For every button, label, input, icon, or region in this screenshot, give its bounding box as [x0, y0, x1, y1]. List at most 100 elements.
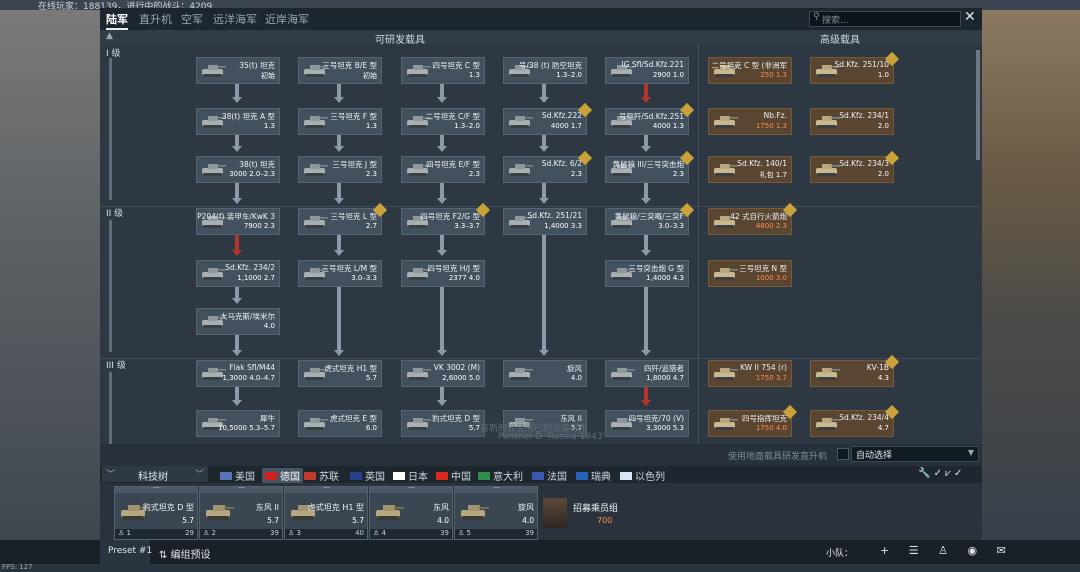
slot-number: ♙ 3 [288, 529, 301, 537]
heli-research-checkbox[interactable] [837, 448, 849, 460]
list-icon[interactable]: ☰ [909, 544, 927, 557]
vehicle-name: IG Sfl/Sd.Kfz.221 [621, 60, 684, 69]
slot-vehicle-name: 东风 II [255, 503, 279, 512]
vehicle-card[interactable]: Sd.Kfz. 251/10 1.0 [810, 51, 900, 84]
vehicle-card[interactable]: 三号坦克 J 型 2.3 [298, 156, 382, 183]
tab-helicopters[interactable]: 直升机 [139, 11, 172, 27]
crew-slot[interactable]: — 虎式坦克 H1 型 5.7 ♙ 3 40 [284, 483, 368, 540]
vehicle-card[interactable]: Sd.Kfz. 251/21 1,4000 3.3 [503, 208, 587, 235]
vehicle-card[interactable]: 38(t) 坦克 3000 2.0–2.3 [196, 156, 280, 183]
tab-ground[interactable]: 陆军 [106, 11, 128, 27]
vehicle-card[interactable]: KV-1B 4.3 [810, 354, 900, 387]
vehicle-card[interactable]: IG Sfl/Sd.Kfz.221 2900 1.0 [605, 57, 689, 84]
friends-icon[interactable]: ♙ [938, 544, 956, 557]
vehicle-card[interactable]: 35(t) 坦克 初始 [196, 57, 280, 84]
rank-2-label[interactable]: II 级 [106, 206, 123, 219]
vehicle-name: 豹式坦克 D 型 [431, 414, 480, 423]
vehicle-card[interactable]: 号驱歼/Sd.Kfz.251 4000 1.3 [605, 102, 695, 135]
vehicle-card[interactable]: Sd.Kfz. 234/2 1,1000 2.7 [196, 260, 280, 287]
collapse-icon[interactable]: ▲ [106, 31, 113, 41]
vehicle-card[interactable]: 四号坦克 H/J 型 2377 4.0 [401, 260, 485, 287]
tab-bluewater-fleet[interactable]: 远洋海军 [213, 11, 257, 27]
vehicle-card[interactable]: Sd.Kfz.222 4000 1.7 [503, 102, 593, 135]
nation-tab[interactable]: 英国 [350, 468, 385, 483]
chat-icon[interactable]: ◉ [967, 544, 985, 557]
scrollbar[interactable] [976, 50, 980, 160]
vehicle-card[interactable]: Nb.Fz. 1750 1.3 [708, 108, 792, 135]
recruit-crew-button[interactable]: 招募乘员组 700 [543, 498, 625, 528]
vehicle-name: 四歼/追猎者 [643, 364, 684, 373]
nation-tab[interactable]: 中国 [436, 468, 471, 483]
vehicle-card[interactable]: 38(t) 坦克 A 型 1.3 [196, 108, 280, 135]
vehicle-card[interactable]: 四歼/追猎者 1,8000 4.7 [605, 360, 689, 387]
mail-icon[interactable]: ✉ [997, 544, 1014, 557]
vehicle-card[interactable]: 三号突击炮 G 型 1,4000 4.3 [605, 260, 689, 287]
tank-thumbnail [461, 505, 489, 520]
crew-slot[interactable]: — 东风 II 5.7 ♙ 2 39 [199, 483, 283, 540]
nation-tab[interactable]: 美国 [220, 468, 255, 483]
add-icon[interactable]: + [880, 544, 897, 557]
crew-slot[interactable]: — 旋风 4.0 ♙ 5 39 [454, 483, 538, 540]
vehicle-card[interactable]: Sd.Kfz. 234/1 2.0 [810, 108, 894, 135]
check-icon[interactable]: ✓ [934, 468, 942, 479]
vehicle-card[interactable]: KW II 754 (r) 1750 3.7 [708, 360, 792, 387]
vehicle-card[interactable]: 三号坦克 F 型 1.3 [298, 108, 382, 135]
search-input[interactable]: ⚲ 搜索... [809, 11, 961, 27]
vehicle-card[interactable]: P204(f) 装甲车/KwK 3 7900 2.3 [196, 208, 280, 235]
vehicle-card[interactable]: VK 3002 (M) 2,6000 5.0 [401, 360, 485, 387]
vehicle-card[interactable]: 号/38 (t) 防空坦克 1.3–2.0 [503, 57, 587, 84]
vehicle-card[interactable]: 虎式坦克 E 型 6.0 [298, 410, 382, 437]
vehicle-card[interactable]: 四号坦克 E/F 型 2.3 [401, 156, 485, 183]
check-all-icon[interactable]: ✓ [954, 468, 962, 479]
vehicle-card[interactable]: Sd.Kfz. 6/2 2.3 [503, 150, 593, 183]
vehicle-card[interactable]: 42 式自行火箭炮 4800 2.3 [708, 202, 798, 235]
vehicle-br: 4800 2.3 [755, 222, 787, 230]
vehicle-card[interactable]: 四号坦克 F2/G 型 3.3–3.7 [401, 202, 491, 235]
vehicle-card[interactable]: 四号指挥坦克 1750 4.0 [708, 404, 798, 437]
vehicle-card[interactable]: Sd.Kfz. 234/3 2.0 [810, 150, 900, 183]
vehicle-br: 2,6000 5.0 [442, 374, 480, 382]
chevron-down-icon: ▼ [967, 448, 974, 457]
nation-tab[interactable]: 瑞典 [576, 468, 611, 483]
nation-tab[interactable]: 日本 [393, 468, 428, 483]
vehicle-card[interactable]: 三号坦克 L 型 2.7 [298, 202, 388, 235]
vehicle-card[interactable]: 虎式坦克 H1 型 5.7 [298, 360, 382, 387]
crew-slot[interactable]: — 东风 4.0 ♙ 4 39 [369, 483, 453, 540]
vehicle-card[interactable]: 三号坦克 L/M 型 3.0–3.3 [298, 260, 382, 287]
connector-arrow [641, 97, 651, 103]
vehicle-name: P204(f) 装甲车/KwK 3 [197, 212, 275, 221]
vehicle-card[interactable]: 二号坦克 C 型 (非洲军 250 1.3 [708, 57, 792, 84]
edit-preset-button[interactable]: ⇅ 编组预设 [159, 546, 211, 561]
tech-tree-toggle[interactable]: ﹀ 科技树 ﹀ [102, 466, 208, 483]
tab-aircraft[interactable]: 空军 [181, 11, 203, 27]
vehicle-card[interactable]: 二号坦克 C/F 型 1.3–2.0 [401, 108, 485, 135]
vehicle-card[interactable]: 大马克斯/埃米尔 4.0 [196, 308, 280, 335]
crew-slot[interactable]: — 豹式坦克 D 型 5.7 ♙ 1 29 [114, 483, 198, 540]
vehicle-card[interactable]: 黄鼠狼/三突嘅/三突F 3.0–3.3 [605, 202, 695, 235]
close-icon[interactable]: ✕ [964, 9, 976, 25]
vehicle-card[interactable]: 四号坦克 C 型 1.3 [401, 57, 485, 84]
nation-tab[interactable]: 德国 [262, 468, 303, 483]
vehicle-card[interactable]: 旋风 4.0 [503, 360, 587, 387]
tab-coastal-fleet[interactable]: 近岸海军 [265, 11, 309, 27]
vehicle-card[interactable]: 四号坦克/70 (V) 3,3000 5.3 [605, 410, 689, 437]
nation-tab[interactable]: 法国 [532, 468, 567, 483]
rank-3-label[interactable]: III 级 [106, 358, 126, 371]
nation-tab[interactable]: 以色列 [620, 468, 665, 483]
vehicle-card[interactable]: Flak Sfl/M44 1,3000 4.0–4.7 [196, 360, 280, 387]
nation-tab[interactable]: 意大利 [478, 468, 523, 483]
nation-tab[interactable]: 苏联 [304, 468, 339, 483]
tank-thumbnail [816, 116, 840, 128]
vehicle-card[interactable]: 三号坦克 B/E 型初始 [298, 57, 382, 84]
auto-select-dropdown[interactable]: 自动选择 ▼ [851, 446, 979, 462]
vehicle-card[interactable]: Sd.Kfz. 234/4 4.7 [810, 404, 900, 437]
vehicle-card[interactable]: 犀牛 10,5000 5.3–5.7 [196, 410, 280, 437]
vehicle-card[interactable]: 三号坦克 N 型 1000 3.0 [708, 260, 792, 287]
vehicle-card[interactable]: 黄鼠狼 III/三号突击炮 2.3 [605, 150, 695, 183]
vehicle-card[interactable]: Sd.Kfz. 140/1 礼包 1.7 [708, 156, 792, 183]
wrench-icon[interactable]: 🔧 [918, 468, 930, 479]
vehicle-card[interactable]: 豹式坦克 D 型 5.7 [401, 410, 485, 437]
vehicle-name: 虎式坦克 E 型 [329, 414, 377, 423]
research-options: 使用地面载具研发直升机 自动选择 ▼ [100, 444, 982, 466]
check-multi-icon[interactable]: ⩗ [945, 468, 951, 479]
